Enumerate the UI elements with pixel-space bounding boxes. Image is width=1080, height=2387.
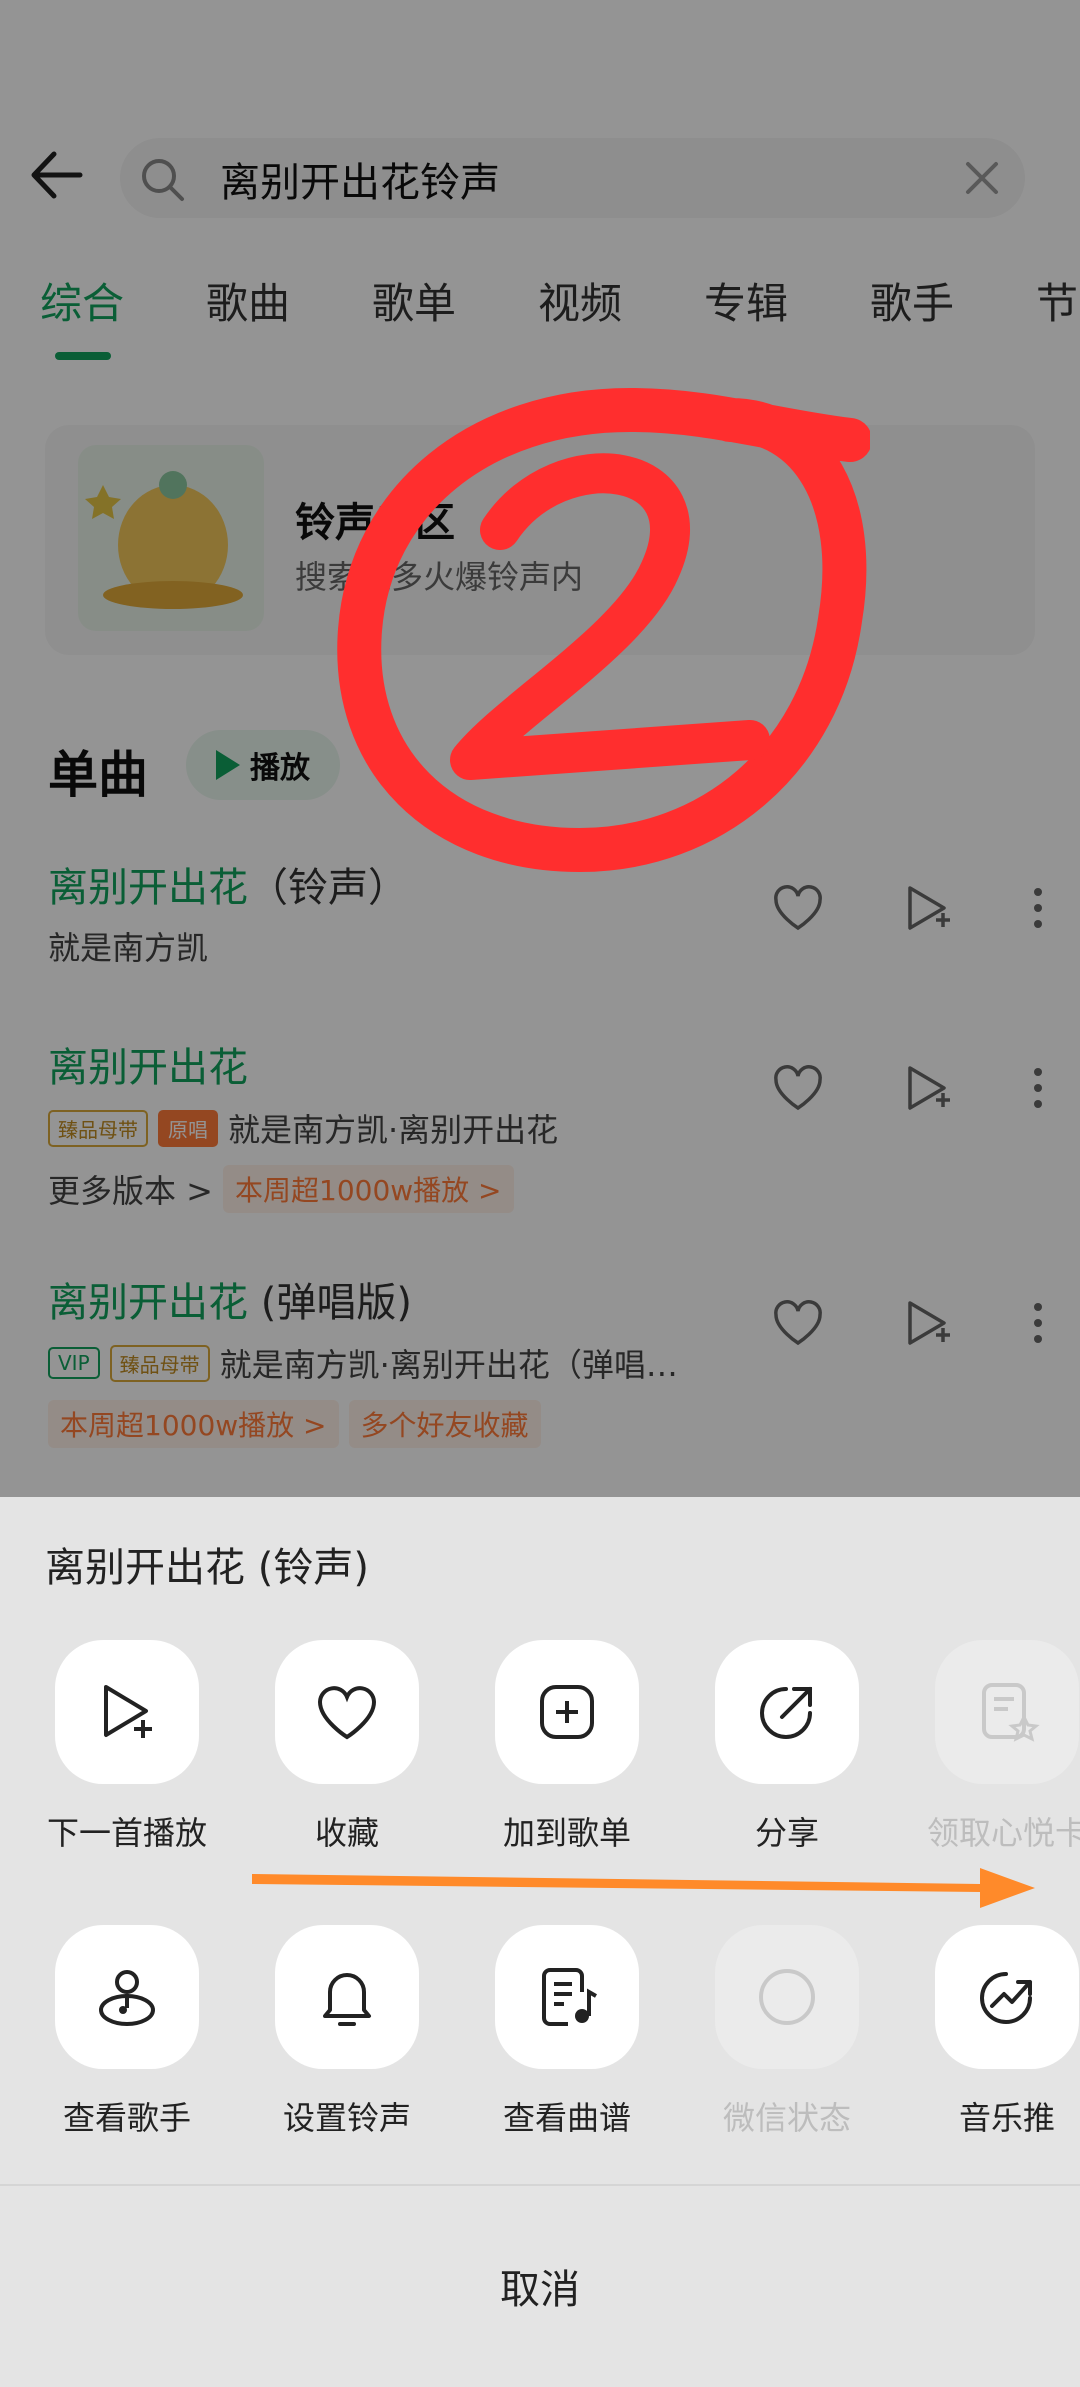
- wechat-status-button[interactable]: [715, 1925, 859, 2069]
- action-card[interactable]: 领取心悦卡: [897, 1640, 1080, 1854]
- action-wechat-status[interactable]: 微信状态: [677, 1925, 897, 2139]
- singer-icon: [99, 1970, 155, 2026]
- score-icon: [542, 1968, 597, 2026]
- action-view-singer[interactable]: 查看歌手: [17, 1925, 237, 2139]
- view-singer-label: 查看歌手: [62, 2099, 191, 2137]
- share-button[interactable]: [715, 1640, 859, 1784]
- action-favorite[interactable]: 收藏: [237, 1640, 457, 1854]
- card-label: 领取心悦卡: [926, 1814, 1080, 1852]
- music-promo-label: 音乐推: [958, 2099, 1055, 2137]
- set-ringtone-label: 设置铃声: [282, 2099, 411, 2137]
- favorite-button[interactable]: [275, 1640, 419, 1784]
- view-score-button[interactable]: [495, 1925, 639, 2069]
- card-star-icon: [982, 1683, 1040, 1742]
- card-button[interactable]: [935, 1640, 1079, 1784]
- add-to-playlist-button[interactable]: [495, 1640, 639, 1784]
- action-add-to-playlist[interactable]: 加到歌单: [457, 1640, 677, 1854]
- favorite-label: 收藏: [314, 1814, 379, 1852]
- bell-icon: [323, 1973, 371, 2026]
- cancel-button[interactable]: 取消: [0, 2196, 1080, 2376]
- action-music-promo[interactable]: 音乐推: [897, 1925, 1080, 2139]
- share-icon: [760, 1687, 812, 1739]
- view-singer-button[interactable]: [55, 1925, 199, 2069]
- set-ringtone-button[interactable]: [275, 1925, 419, 2069]
- share-label: 分享: [754, 1814, 819, 1852]
- divider: [0, 2184, 1080, 2186]
- action-play-next[interactable]: 下一首播放: [17, 1640, 237, 1854]
- action-set-ringtone[interactable]: 设置铃声: [237, 1925, 457, 2139]
- add-to-playlist-label: 加到歌单: [502, 1814, 631, 1852]
- play-next-label: 下一首播放: [46, 1814, 207, 1852]
- sheet-title: 离别开出花 (铃声): [45, 1545, 369, 1591]
- play-next-button[interactable]: [55, 1640, 199, 1784]
- action-share[interactable]: 分享: [677, 1640, 897, 1854]
- red-number-2-annotation: [337, 387, 870, 873]
- music-promo-button[interactable]: [935, 1925, 1079, 2069]
- orange-arrow-annotation: [252, 1868, 1035, 1908]
- heart-icon: [317, 1686, 377, 1740]
- add-to-playlist-icon: [540, 1685, 594, 1739]
- wechat-status-label: 微信状态: [722, 2099, 851, 2137]
- trend-icon: [980, 1972, 1032, 2024]
- play-next-icon: [104, 1685, 152, 1738]
- view-score-label: 查看曲谱: [502, 2099, 631, 2137]
- action-view-score[interactable]: 查看曲谱: [457, 1925, 677, 2139]
- wechat-status-icon: [759, 1969, 815, 2025]
